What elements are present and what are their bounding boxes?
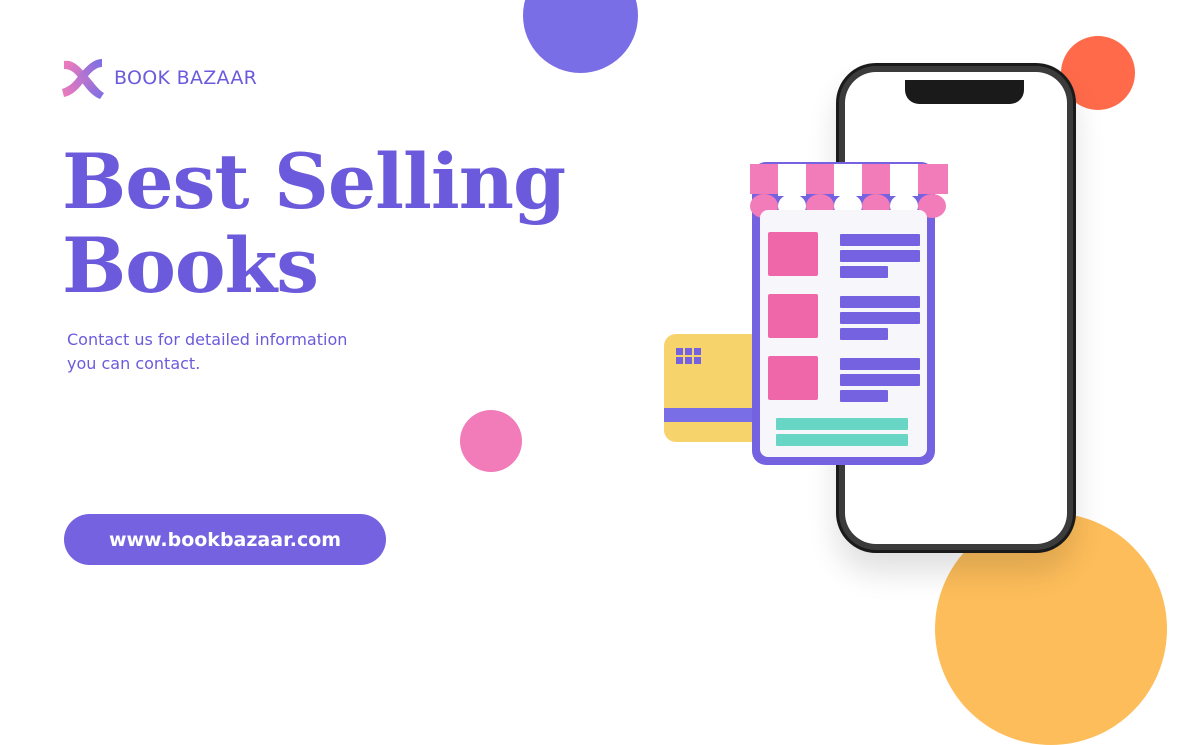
website-url-button[interactable]: www.bookbazaar.com bbox=[64, 514, 386, 565]
subtitle-line-2: you can contact. bbox=[67, 354, 201, 373]
product-text-line bbox=[840, 374, 920, 386]
card-stripe bbox=[664, 408, 764, 422]
product-thumbnail bbox=[768, 294, 818, 338]
product-thumbnail bbox=[768, 356, 818, 400]
product-text-line bbox=[840, 250, 920, 262]
decorative-circle-pink bbox=[460, 410, 522, 472]
product-text-line bbox=[840, 312, 920, 324]
subtitle: Contact us for detailed information you … bbox=[67, 328, 387, 376]
title-line-1: Best Selling bbox=[62, 137, 566, 226]
phone-notch bbox=[905, 80, 1024, 104]
product-thumbnail bbox=[768, 232, 818, 276]
card-chip-icon bbox=[676, 348, 701, 364]
store-listing bbox=[760, 210, 927, 457]
title-line-2: Books bbox=[62, 221, 319, 310]
product-text-line bbox=[840, 234, 920, 246]
x-ribbon-logo-icon bbox=[62, 59, 104, 99]
storefront-icon bbox=[750, 162, 948, 465]
subtitle-line-1: Contact us for detailed information bbox=[67, 330, 348, 349]
product-text-line bbox=[840, 390, 888, 402]
page-title: Best Selling Books bbox=[62, 137, 566, 310]
product-text-line bbox=[840, 358, 920, 370]
credit-card-icon bbox=[664, 334, 764, 442]
brand-name: BOOK BAZAAR bbox=[114, 67, 258, 89]
decorative-circle-purple bbox=[523, 0, 638, 73]
action-bar bbox=[776, 434, 908, 446]
product-text-line bbox=[840, 296, 920, 308]
action-bar bbox=[776, 418, 908, 430]
product-text-line bbox=[840, 266, 888, 278]
brand: BOOK BAZAAR bbox=[60, 55, 257, 101]
product-text-line bbox=[840, 328, 888, 340]
